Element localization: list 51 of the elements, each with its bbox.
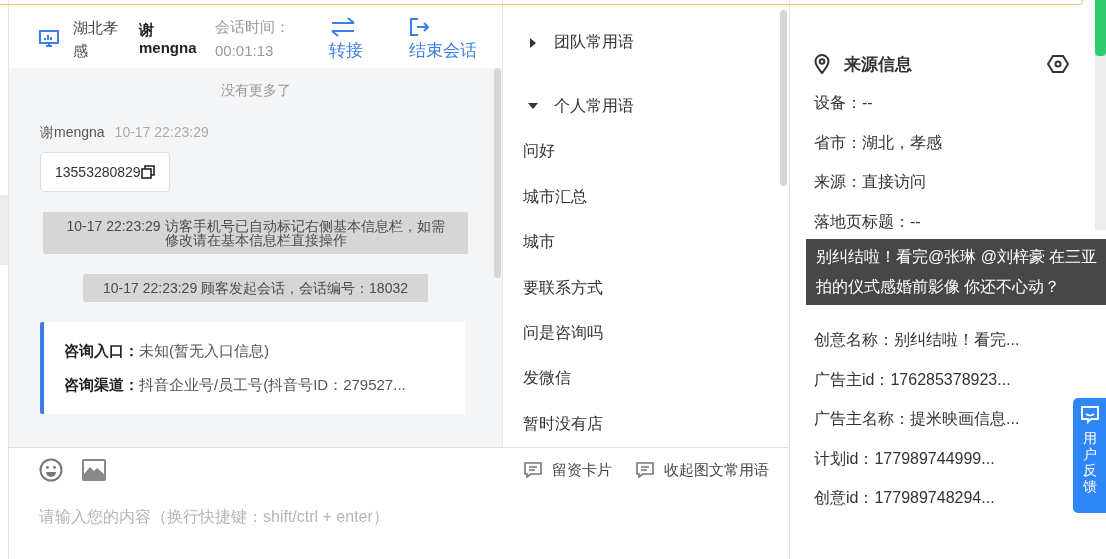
source-field: 广告主id：176285378923... [814, 369, 1064, 409]
caret-right-icon [528, 37, 538, 48]
source-field: 创意id：177989748294... [814, 488, 1064, 528]
monitor-icon [39, 30, 59, 48]
message-time: 10-17 22:23:29 [114, 124, 209, 142]
message-icon [524, 461, 542, 479]
info-row-text: 咨询入口：未知(暂无入口信息) [64, 341, 270, 361]
source-field: 创意名称：别纠结啦！看完... [814, 330, 1064, 370]
agent-name: 谢mengna [139, 21, 198, 57]
toolbar-button[interactable]: 留资卡片 [524, 460, 612, 480]
phrase-group[interactable]: 团队常用语 [523, 22, 634, 64]
swap-arrows-icon [329, 16, 357, 37]
duration-value: 00:01:13 [215, 41, 275, 61]
emoji-icon[interactable] [39, 458, 63, 482]
phrase-group[interactable]: 个人常用语 [523, 85, 634, 127]
phrase-item[interactable]: 暂时没有店 [523, 401, 603, 448]
sender-name: 谢mengna [40, 124, 105, 142]
phrase-item[interactable]: 问是咨询吗 [523, 310, 603, 357]
toolbar-button[interactable]: 收起图文常用语 [636, 460, 769, 480]
location-pin-icon [814, 54, 830, 74]
phrase-item[interactable]: 发微信 [523, 356, 571, 402]
image-icon[interactable] [82, 459, 106, 481]
section-title: 来源信息 [844, 53, 913, 76]
transfer-button[interactable]: 转接 [329, 16, 363, 62]
scrollbar-thumb[interactable] [1095, 0, 1106, 56]
message-icon [636, 461, 654, 479]
source-field: 广告主名称：提米映画信息... [814, 409, 1064, 449]
feedback-button[interactable]: 用户反馈 [1073, 398, 1106, 513]
eye-icon[interactable] [1047, 55, 1069, 73]
system-message: 10-17 22:23:29 访客手机号已自动标记右侧基本信息栏，如需修改请在基本信息栏直接操作 [43, 212, 468, 254]
phrase-item[interactable]: 问好 [523, 128, 555, 175]
exit-icon [409, 16, 429, 37]
scrollbar-thumb[interactable] [494, 68, 501, 278]
system-message: 10-17 22:23:29 顾客发起会话，会话编号：18032 [83, 274, 428, 302]
phrase-item[interactable]: 城市 [523, 219, 555, 266]
copy-icon[interactable] [140, 165, 155, 179]
visitor-location: 湖北孝感 [73, 18, 119, 61]
source-field: 来源：直接访问 [814, 172, 1064, 212]
phrase-item[interactable]: 要联系方式 [523, 265, 603, 311]
duration-label: 会话时间： [215, 17, 291, 37]
scrollbar-thumb[interactable] [780, 10, 787, 186]
tooltip: 别纠结啦！看完@张琳 @刘梓豪 在三亚拍的仪式感婚前影像 你还不心动？ [806, 239, 1106, 305]
message-text: 13553280829 [55, 164, 141, 180]
source-field: 设备：-- [814, 93, 1064, 133]
info-row-text: 咨询渠道：抖音企业号/员工号(抖音号ID：279527... [64, 375, 407, 395]
phrase-item[interactable]: 城市汇总 [523, 174, 587, 220]
end-session-button[interactable]: 结束会话 [409, 16, 477, 62]
source-field: 计划id：177989744999... [814, 448, 1064, 488]
no-more-text: 没有更多了 [219, 82, 292, 100]
source-field: 省市：湖北，孝感 [814, 132, 1064, 172]
chat-bubble-icon [1080, 406, 1099, 424]
